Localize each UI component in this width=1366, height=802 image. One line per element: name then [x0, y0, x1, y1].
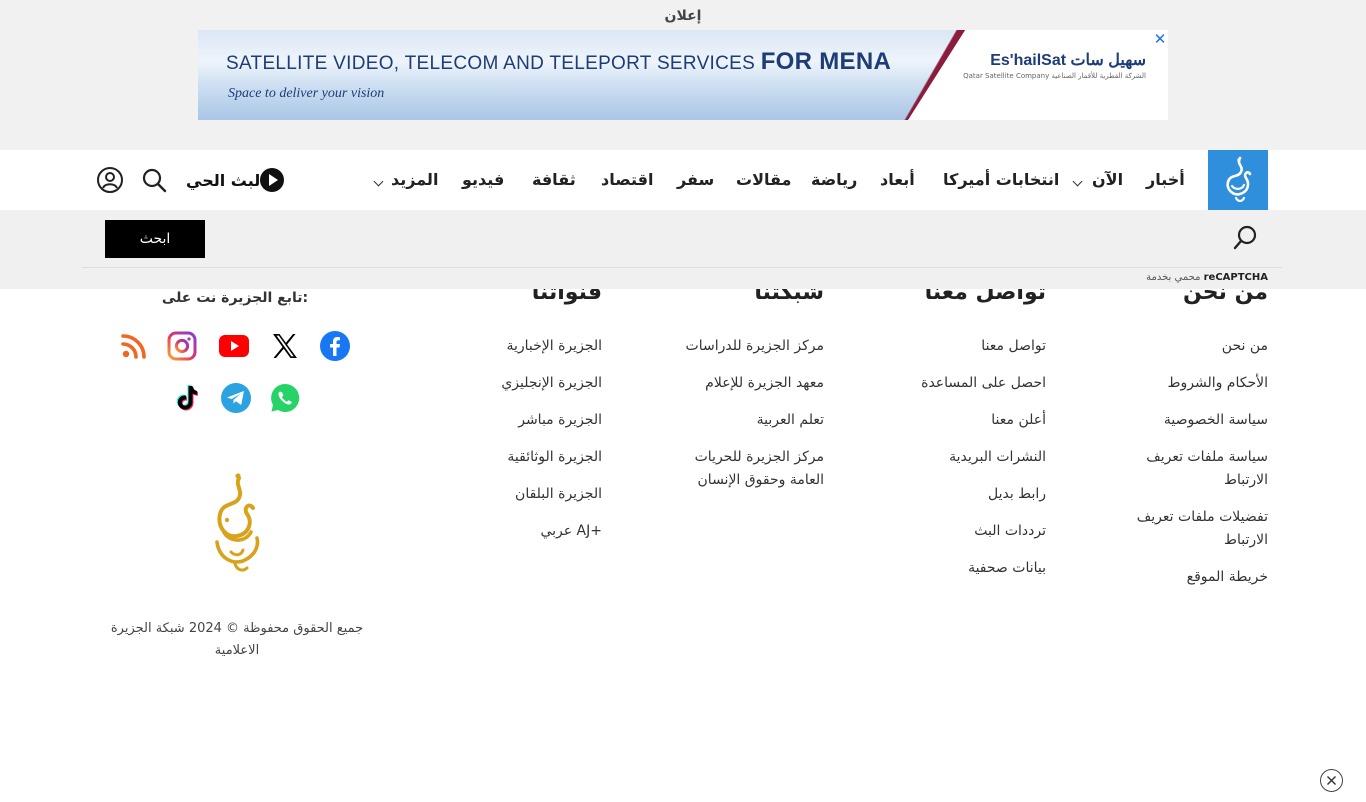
search-panel: ابحث محمي بخدمة reCAPTCHA [0, 210, 1366, 289]
footer-link[interactable]: الجزيرة الإخبارية [442, 335, 602, 358]
footer-link[interactable]: الجزيرة الإنجليزي [442, 372, 602, 395]
chevron-down-icon [373, 176, 384, 187]
nav-more[interactable]: المزيد [391, 170, 438, 189]
ad-brand-logo: Es'hailSat سهيل سات [990, 52, 1146, 69]
footer-link[interactable]: سياسة ملفات تعريف الارتباط [1108, 446, 1268, 492]
footer-column-contact: تواصل معنا احصل على المساعدة أعلن معنا ا… [866, 335, 1046, 594]
search-submit-button[interactable]: ابحث [105, 220, 205, 258]
footer-link[interactable]: تعلم العربية [674, 409, 824, 432]
ad-headline-emphasis: FOR MENA [760, 48, 892, 75]
footer-link[interactable]: خريطة الموقع [1108, 566, 1268, 589]
ad-headline-text: SATELLITE VIDEO, TELECOM AND TELEPORT SE… [226, 53, 756, 74]
footer-link[interactable]: الجزيرة البلقان [442, 483, 602, 506]
nav-news[interactable]: أخبار [1146, 170, 1185, 189]
footer-link[interactable]: معهد الجزيرة للإعلام [674, 372, 824, 395]
follow-us-label: تابع الجزيرة نت على: [161, 290, 309, 306]
footer-link[interactable]: من نحن [1108, 335, 1268, 358]
footer-link[interactable]: النشرات البريدية [866, 446, 1046, 469]
recaptcha-prefix: محمي بخدمة [1146, 272, 1201, 283]
live-stream-link[interactable]: البث الحي [186, 171, 266, 190]
footer-link[interactable]: بيانات صحفية [866, 557, 1046, 580]
close-icon[interactable] [1320, 769, 1343, 792]
footer-link[interactable]: تواصل معنا [866, 335, 1046, 358]
ad-brand-subtitle: Qatar Satellite Company الشركة القطرية ل… [963, 72, 1146, 80]
copyright-text: جميع الحقوق محفوظة © 2024 شبكة الجزيرة ا… [110, 621, 364, 658]
footer-link[interactable]: الأحكام والشروط [1108, 372, 1268, 395]
ad-label: إعلان [664, 8, 702, 24]
nav-video[interactable]: فيديو [462, 170, 504, 189]
nav-now[interactable]: الآن [1092, 170, 1123, 189]
recaptcha-link[interactable]: reCAPTCHA [1204, 272, 1268, 283]
youtube-icon[interactable] [218, 330, 250, 362]
tiktok-icon[interactable] [170, 382, 202, 414]
aljazeera-footer-logo [215, 473, 260, 572]
search-icon[interactable] [140, 166, 168, 194]
whatsapp-icon[interactable] [269, 382, 301, 414]
facebook-icon[interactable] [319, 330, 351, 362]
ad-headline: SATELLITE VIDEO, TELECOM AND TELEPORT SE… [226, 48, 891, 76]
footer-heading-contact: تواصل معنا [924, 289, 1046, 305]
nav-culture[interactable]: ثقافة [532, 170, 576, 189]
footer-link[interactable]: أعلن معنا [866, 409, 1046, 432]
nav-travel[interactable]: سفر [677, 170, 714, 189]
footer-heading-about: من نحن [1183, 289, 1268, 305]
nav-us-elections[interactable]: انتخابات أميركا [943, 170, 1059, 189]
rss-icon[interactable] [118, 330, 150, 362]
user-account-icon[interactable] [96, 166, 124, 194]
telegram-icon[interactable] [220, 382, 252, 414]
footer-link[interactable]: الجزيرة الوثائقية [442, 446, 602, 469]
nav-dimensions[interactable]: أبعاد [880, 170, 915, 189]
x-twitter-icon[interactable] [269, 330, 301, 362]
main-header: أخبار الآن انتخابات أميركا أبعاد رياضة م… [0, 150, 1366, 210]
footer-column-channels: الجزيرة الإخبارية الجزيرة الإنجليزي الجز… [442, 335, 602, 557]
nav-sports[interactable]: رياضة [811, 170, 857, 189]
aljazeera-logo[interactable] [1208, 150, 1268, 210]
aljazeera-logo-icon [1226, 156, 1252, 203]
footer-link[interactable]: رابط بديل [866, 483, 1046, 506]
recaptcha-notice: محمي بخدمة reCAPTCHA [1080, 272, 1268, 283]
chevron-down-icon [1072, 176, 1083, 187]
footer-heading-channels: قنواتنا [531, 289, 602, 305]
search-input[interactable] [300, 228, 1224, 252]
ad-tagline: Space to deliver your vision [228, 86, 385, 101]
footer-column-network: مركز الجزيرة للدراسات معهد الجزيرة للإعل… [674, 335, 824, 506]
footer-link[interactable]: عربي AJ+ [442, 520, 602, 543]
footer-link[interactable]: احصل على المساعدة [866, 372, 1046, 395]
ad-close-icon[interactable]: ✕ [1152, 31, 1168, 47]
nav-economy[interactable]: اقتصاد [601, 170, 653, 189]
nav-articles[interactable]: مقالات [736, 170, 791, 189]
footer-heading-network: شبكتنا [754, 289, 824, 305]
divider [82, 267, 1282, 268]
instagram-icon[interactable] [166, 330, 198, 362]
footer-link[interactable]: تفضيلات ملفات تعريف الارتباط [1108, 506, 1268, 552]
footer-link[interactable]: ترددات البث [866, 520, 1046, 543]
footer-link[interactable]: مركز الجزيرة للدراسات [674, 335, 824, 358]
footer-link[interactable]: سياسة الخصوصية [1108, 409, 1268, 432]
ad-area: إعلان SATELLITE VIDEO, TELECOM AND TELEP… [0, 0, 1366, 150]
footer-link[interactable]: مركز الجزيرة للحريات العامة وحقوق الإنسا… [674, 446, 824, 492]
footer-link[interactable]: الجزيرة مباشر [442, 409, 602, 432]
footer-column-about: من نحن الأحكام والشروط سياسة الخصوصية سي… [1108, 335, 1268, 603]
search-icon [1233, 225, 1257, 250]
ad-banner[interactable]: SATELLITE VIDEO, TELECOM AND TELEPORT SE… [198, 30, 1168, 120]
